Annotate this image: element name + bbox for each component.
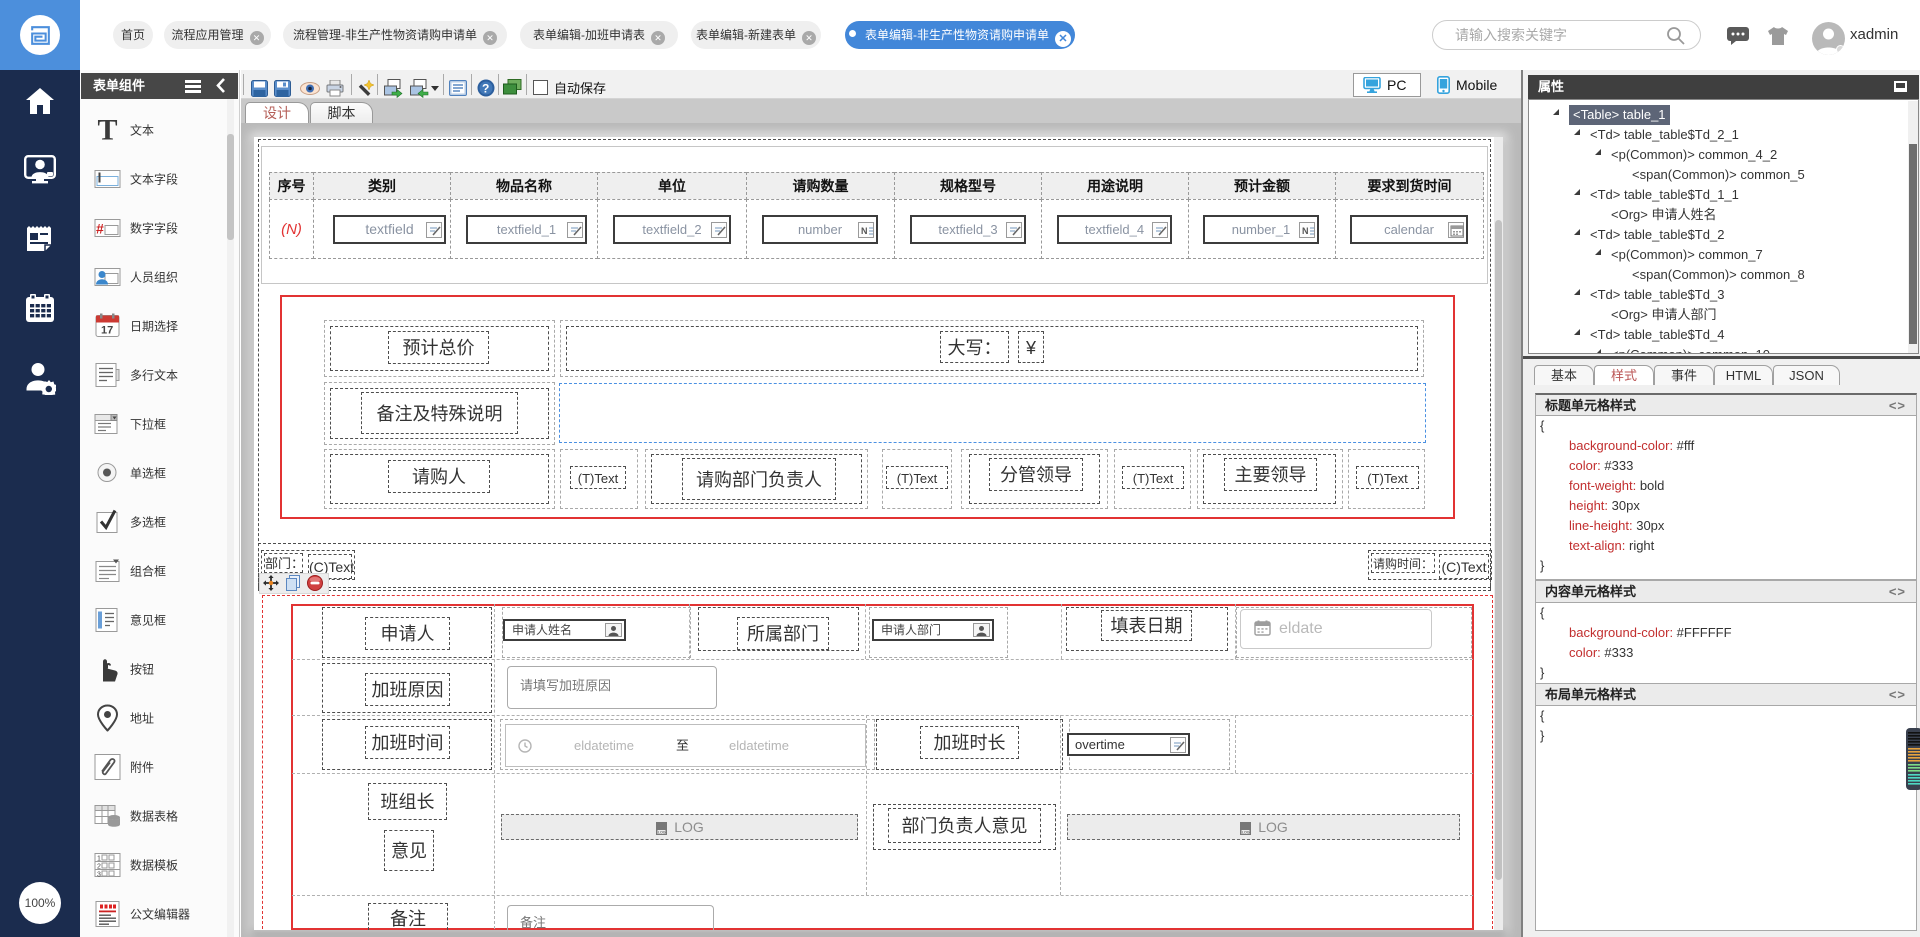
svg-text:LOG: LOG bbox=[658, 831, 666, 835]
svg-text:?: ? bbox=[482, 82, 489, 96]
svg-text:N: N bbox=[861, 226, 868, 236]
svg-text:17: 17 bbox=[101, 324, 113, 336]
svg-text:N: N bbox=[1302, 226, 1309, 236]
svg-text:LOG: LOG bbox=[1242, 831, 1250, 835]
svg-text:3: 3 bbox=[97, 871, 101, 878]
svg-text:#: # bbox=[96, 220, 104, 236]
